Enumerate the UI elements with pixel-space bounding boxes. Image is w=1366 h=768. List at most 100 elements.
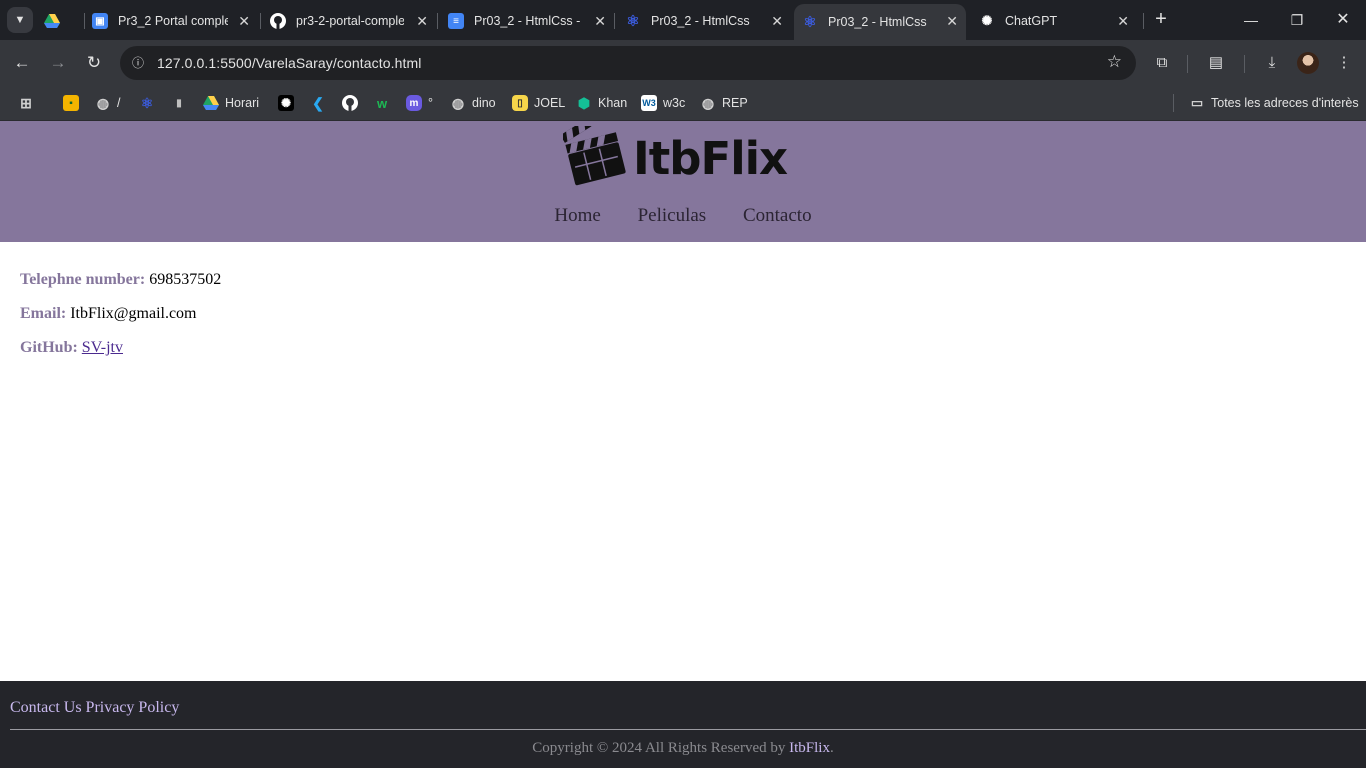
bookmark-dino[interactable]: ◍ dino [450, 93, 496, 113]
bookmark-openai[interactable]: ✺ [278, 93, 300, 113]
close-icon[interactable]: ✕ [1117, 13, 1129, 30]
copyright-text: Copyright © 2024 All Rights Reserved by [532, 740, 786, 756]
tab-htmlcss[interactable]: ⚛ Pr03_2 - HtmlCss ✕ [625, 6, 791, 36]
email-label: Email: [20, 305, 67, 322]
tab-strip: ▼ ▣ Pr3_2 Portal comple ✕ pr3-2-portal-c… [0, 0, 1366, 40]
bookmark-classroom[interactable]: ▪ [63, 93, 85, 113]
new-tab-button[interactable]: + [1151, 9, 1171, 29]
site-footer: Contact Us Privacy Policy Copyright © 20… [0, 681, 1366, 768]
more-menu-icon[interactable]: ⋮ [1332, 51, 1356, 75]
forward-button[interactable]: → [46, 51, 70, 75]
bookmark-star-icon[interactable]: ☆ [1107, 52, 1122, 72]
bookmark-slash[interactable]: ◍ / [95, 93, 121, 113]
bookmark-horari[interactable]: Horari [203, 93, 259, 113]
site-logo[interactable]: ItbFlix [560, 107, 803, 191]
close-icon: ✕ [1336, 11, 1350, 28]
react-icon: ⚛ [626, 13, 640, 30]
tab-htmlcss-active[interactable]: ⚛ Pr03_2 - HtmlCss ✕ [794, 4, 966, 40]
tab-github[interactable]: pr3-2-portal-comple ✕ [270, 6, 436, 36]
clapperboard-icon [560, 107, 627, 191]
bookmark-label: Khan [598, 96, 628, 110]
avatar[interactable] [1297, 52, 1319, 74]
bookmark-khan[interactable]: ⬢ Khan [576, 93, 627, 113]
bookmark-page[interactable]: ▮ [171, 93, 193, 113]
address-bar[interactable]: ⓘ 127.0.0.1:5500/VarelaSaray/contacto.ht… [120, 46, 1136, 80]
google-docs-icon: ≡ [448, 13, 464, 29]
tab-title: pr3-2-portal-comple [296, 14, 404, 28]
nav-home[interactable]: Home [554, 205, 600, 226]
apps-button[interactable]: ⊞ [18, 93, 40, 113]
email-value: ItbFlix@gmail.com [70, 305, 197, 322]
bookmark-label: w3c [663, 96, 686, 110]
classroom-icon: ▪ [63, 95, 79, 111]
bookmark-label: / [117, 96, 121, 110]
google-drive-icon [44, 13, 60, 29]
tab-title: ChatGPT [1005, 14, 1058, 28]
bookmark-label: ° [428, 96, 433, 110]
close-icon[interactable]: ✕ [594, 13, 606, 30]
globe-icon: ◍ [701, 94, 715, 111]
bookmark-joel[interactable]: ▯ JOEL [512, 93, 565, 113]
bookmark-label: dino [472, 96, 496, 110]
google-drive-icon [203, 95, 219, 111]
tab-title: Pr03_2 - HtmlCss [651, 14, 750, 28]
download-icon[interactable]: ⤓ [1260, 51, 1284, 75]
bookmark-w3c[interactable]: W3 w3c [641, 93, 685, 113]
browser-toolbar: ← → ↻ ⓘ 127.0.0.1:5500/VarelaSaray/conta… [0, 40, 1366, 86]
tab-google-docs[interactable]: ≡ Pr03_2 - HtmlCss - D ✕ [448, 6, 614, 36]
bookmark-react[interactable]: ⚛ [139, 93, 161, 113]
phone-label: Telephne number: [20, 271, 146, 288]
privacy-policy-link[interactable]: Privacy Policy [86, 699, 180, 716]
extensions-icon[interactable]: ⧉ [1150, 51, 1174, 75]
tab-chatgpt[interactable]: ✺ ChatGPT ✕ [979, 6, 1137, 36]
site-info-icon[interactable]: ⓘ [128, 53, 148, 73]
chevron-down-icon: ▼ [14, 14, 26, 26]
page-icon: ▮ [176, 97, 182, 109]
back-button[interactable]: ← [10, 51, 34, 75]
copyright-brand[interactable]: ItbFlix [789, 740, 830, 756]
contact-us-link[interactable]: Contact Us [10, 699, 82, 716]
github-row: GitHub: SV-jtv [20, 338, 221, 372]
reload-button[interactable]: ↻ [82, 51, 106, 75]
footer-links: Contact Us Privacy Policy [10, 699, 179, 717]
close-icon[interactable]: ✕ [238, 13, 250, 30]
close-icon[interactable]: ✕ [416, 13, 428, 30]
tab-title: Pr03_2 - HtmlCss [828, 15, 927, 29]
close-icon[interactable]: ✕ [771, 13, 783, 30]
bookmark-vscode[interactable]: ❮ [310, 93, 332, 113]
nav-peliculas[interactable]: Peliculas [638, 205, 707, 226]
tab-search-button[interactable]: ▼ [7, 7, 33, 33]
url-text[interactable]: 127.0.0.1:5500/VarelaSaray/contacto.html [157, 55, 421, 71]
minimize-button[interactable]: — [1239, 8, 1263, 32]
nav-contacto[interactable]: Contacto [743, 205, 812, 226]
vscode-icon: ❮ [312, 94, 324, 111]
mastodon-icon: m [406, 95, 422, 111]
apps-grid-icon: ⊞ [20, 94, 32, 111]
footer-divider [10, 729, 1366, 730]
reload-icon: ↻ [86, 53, 102, 72]
tab-classroom[interactable]: ▣ Pr3_2 Portal comple ✕ [92, 6, 258, 36]
bookmark-label: Horari [225, 96, 260, 110]
globe-icon: ◍ [451, 94, 465, 111]
all-bookmarks-folder[interactable]: ▭ Totes les adreces d'interès [1189, 93, 1359, 113]
bookmark-mastodon[interactable]: m ° [406, 93, 433, 113]
arrow-left-icon: ← [13, 53, 31, 72]
close-icon[interactable]: ✕ [946, 13, 958, 30]
phone-row: Telephne number: 698537502 [20, 270, 221, 304]
bookmark-w[interactable]: w [374, 93, 396, 113]
tab-google-drive[interactable] [44, 6, 84, 36]
bookmark-rep[interactable]: ◍ REP [700, 93, 748, 113]
openai-icon: ✺ [981, 13, 993, 28]
openai-icon: ✺ [278, 95, 294, 111]
bookmark-github[interactable] [342, 93, 364, 113]
close-window-button[interactable]: ✕ [1331, 8, 1355, 32]
reading-list-icon[interactable]: ▤ [1204, 51, 1228, 75]
tab-title: Pr03_2 - HtmlCss - D [474, 14, 580, 28]
bookmarks-divider [1173, 94, 1174, 112]
w3c-icon: W3 [641, 95, 657, 111]
restore-button[interactable]: ❐ [1285, 8, 1309, 32]
site-header: ItbFlix Home Peliculas Contacto [0, 107, 1366, 242]
arrow-right-icon: → [49, 53, 67, 72]
github-link[interactable]: SV-jtv [82, 339, 123, 356]
github-icon [342, 95, 358, 111]
